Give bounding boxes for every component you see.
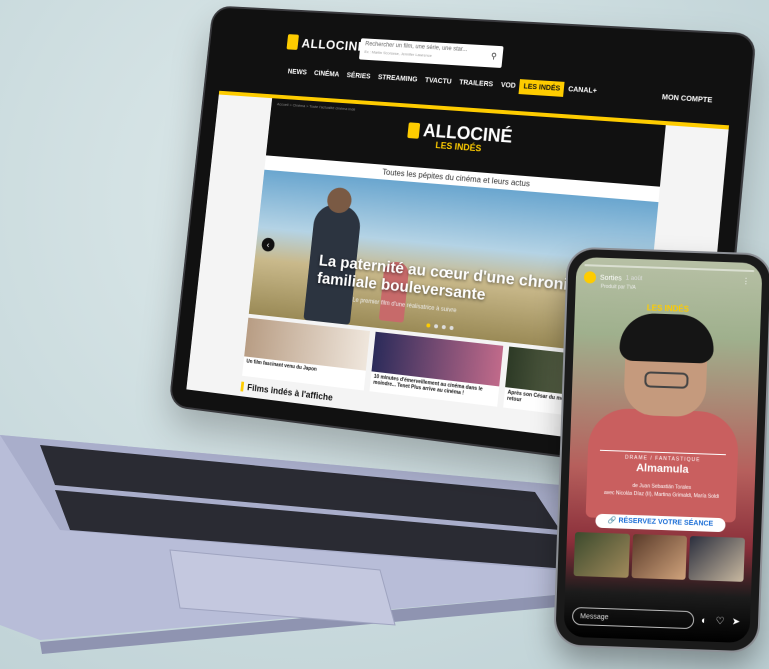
site-logo[interactable]: ALLOCINÉ: [287, 34, 368, 54]
allocine-logo-icon: [287, 34, 299, 50]
carousel-dots[interactable]: [426, 323, 453, 330]
nav-item-news[interactable]: NEWS: [283, 65, 311, 81]
article-card[interactable]: 10 minutes d'émerveillement au cinéma da…: [369, 332, 503, 407]
nav-item-tvactu[interactable]: TVACTU: [420, 73, 456, 90]
poster-figure-hair: [619, 312, 715, 363]
poster-figure-glasses: [644, 371, 689, 389]
nav-item-trailers[interactable]: TRAILERS: [455, 75, 498, 92]
story-header: Sorties 1 août: [584, 271, 643, 285]
account-link[interactable]: MON COMPTE: [662, 94, 713, 104]
send-icon[interactable]: ➤: [730, 616, 742, 627]
cta-label: RÉSERVEZ VOTRE SÉANCE: [618, 517, 713, 527]
smartphone: Sorties 1 août Produit par TVA ⋮ LES IND…: [555, 249, 769, 652]
main-nav: NEWS CINÉMA SÉRIES STREAMING TVACTU TRAI…: [283, 65, 601, 100]
article-card[interactable]: Un film fascinant venu du Japon: [242, 318, 370, 391]
story-user[interactable]: Sorties: [600, 274, 622, 282]
message-bar: Message ◐ ♡ ➤: [572, 607, 743, 631]
heart-icon[interactable]: ♡: [714, 615, 726, 626]
sticker-icon[interactable]: ◐: [698, 615, 710, 626]
nav-item-vod[interactable]: VOD: [496, 78, 520, 94]
logo-text: ALLOCINÉ: [301, 35, 367, 53]
story-subtitle: Produit par TVA: [601, 284, 636, 291]
instagram-story[interactable]: Sorties 1 août Produit par TVA ⋮ LES IND…: [563, 257, 762, 643]
avatar[interactable]: [584, 271, 596, 283]
film-stills: [574, 532, 745, 582]
story-time: 1 août: [626, 276, 643, 283]
story-progress-bar: [584, 264, 754, 272]
search-input[interactable]: Rechercher un film, une série, une star.…: [359, 38, 504, 68]
nav-item-les-indes[interactable]: LES INDÉS: [519, 79, 565, 97]
nav-item-series[interactable]: SÉRIES: [342, 68, 375, 84]
nav-item-cinema[interactable]: CINÉMA: [310, 66, 344, 82]
nav-item-streaming[interactable]: STREAMING: [373, 70, 422, 88]
message-input[interactable]: Message: [572, 607, 695, 629]
carousel-prev-icon[interactable]: ‹: [261, 237, 275, 252]
nav-item-canal[interactable]: CANAL+: [563, 82, 601, 99]
search-icon[interactable]: ⚲: [491, 52, 498, 61]
more-options-icon[interactable]: ⋮: [742, 277, 750, 286]
allocine-brand-icon: [407, 123, 420, 139]
